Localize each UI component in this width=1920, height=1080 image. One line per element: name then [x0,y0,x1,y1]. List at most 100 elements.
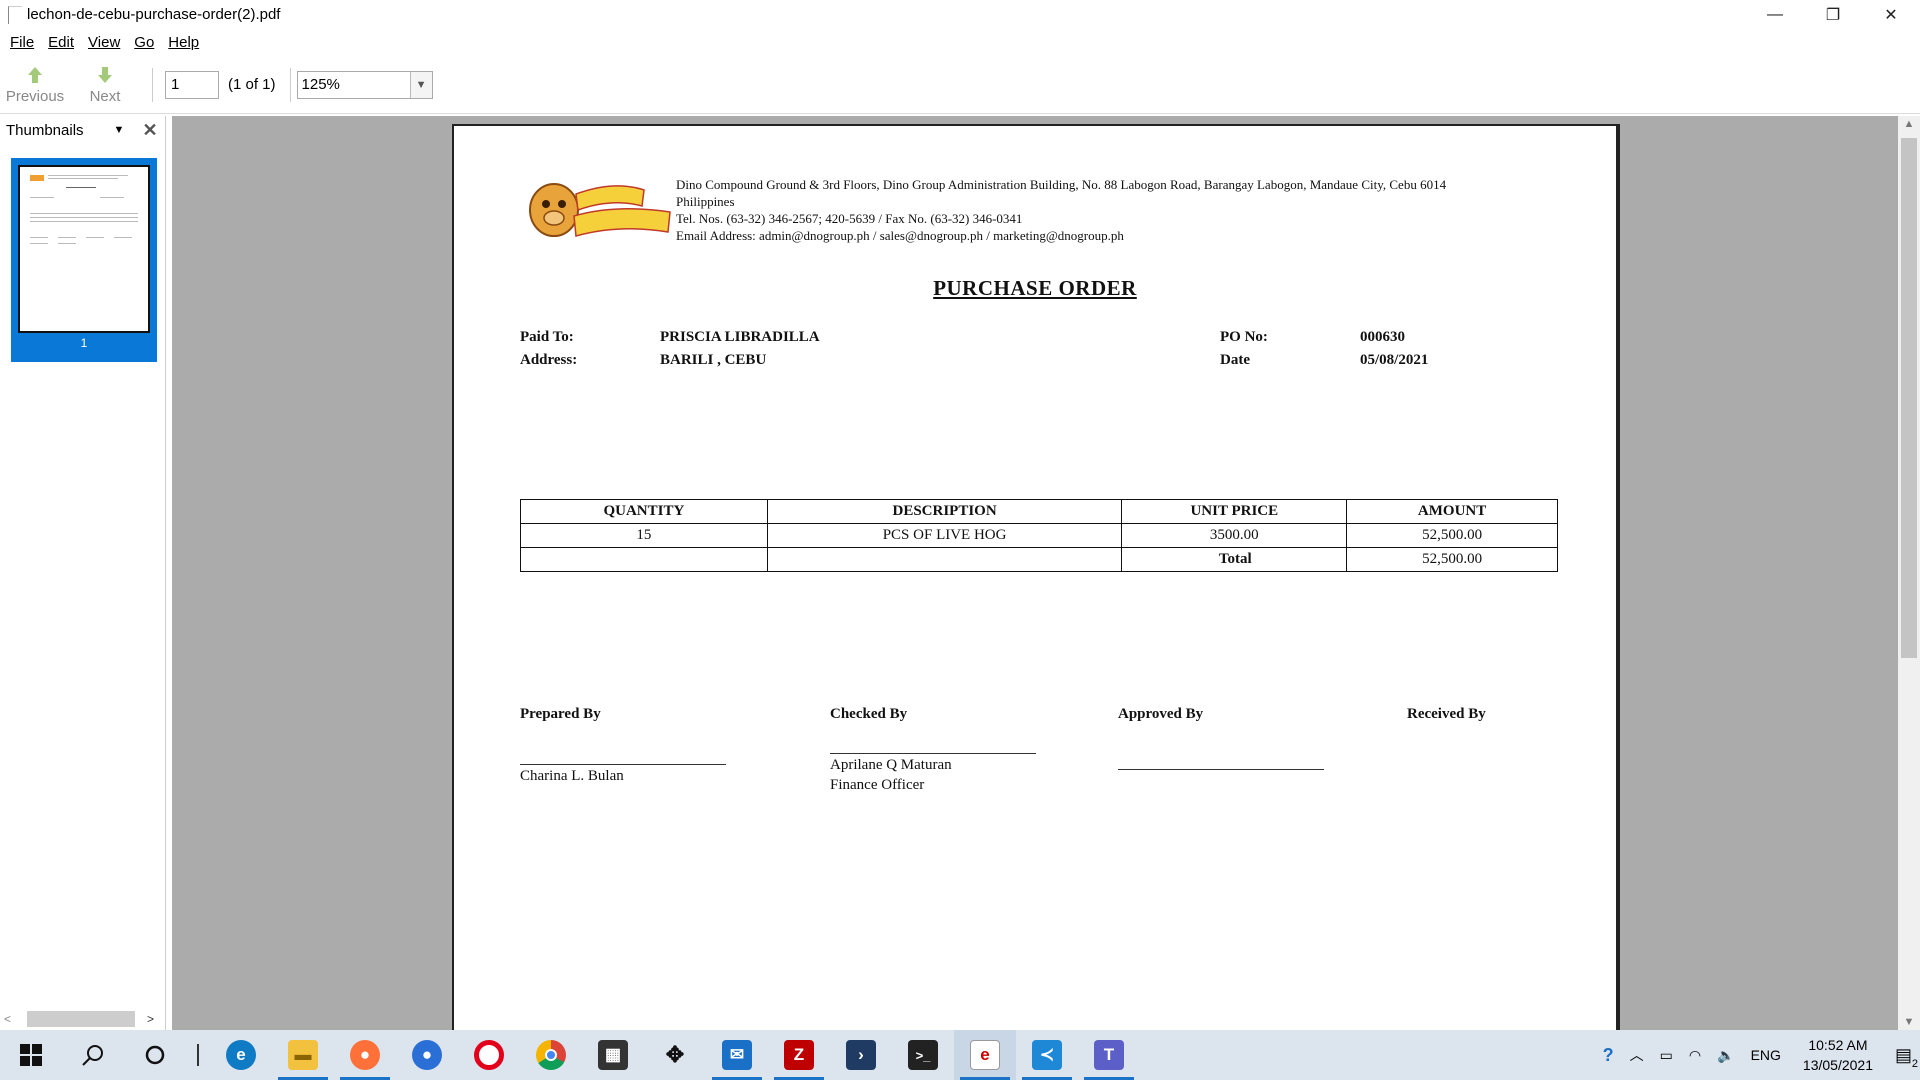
menu-file[interactable]: File [10,34,34,51]
arrow-down-icon [98,66,112,83]
title-bar: lechon-de-cebu-purchase-order(2).pdf — ❐… [0,0,1920,29]
prepared-by-name: Charina L. Bulan [520,768,624,784]
document-title: PURCHASE ORDER [933,276,1137,300]
sidebar-dropdown-icon[interactable]: ▼ [114,124,125,136]
store-icon[interactable]: ▦ [582,1030,644,1080]
sidebar-horizontal-scrollbar[interactable]: < > [4,1010,162,1028]
company-address: Dino Compound Ground & 3rd Floors, Dino … [676,176,1556,244]
signature-line [520,764,726,765]
clock-time: 10:52 AM [1808,1037,1868,1053]
opera-icon[interactable] [458,1030,520,1080]
clock[interactable]: 10:52 AM 13/05/2021 [1803,1035,1873,1075]
previous-button[interactable]: Previous [0,58,70,112]
mail-icon[interactable]: ✉ [706,1030,768,1080]
quantity-cell: 15 [520,523,768,548]
window-controls: — ❐ ✕ [1746,0,1920,29]
battery-icon[interactable]: ▭ [1660,1047,1673,1064]
page-thumbnail[interactable]: 1 [11,158,157,362]
volume-icon[interactable]: 🔈 [1717,1047,1734,1064]
paid-to-value: PRISCIA LIBRADILLA [660,329,820,345]
column-header: DESCRIPTION [766,499,1123,524]
approved-by-label: Approved By [1118,706,1204,722]
file-explorer-icon[interactable]: ▬ [272,1030,334,1080]
signature-line [1118,769,1324,770]
menu-help[interactable]: Help [168,34,199,51]
signature-line [830,753,1036,754]
menu-view[interactable]: View [88,34,120,51]
menu-edit[interactable]: Edit [48,34,74,51]
firefox-icon[interactable]: ● [334,1030,396,1080]
column-header: AMOUNT [1346,499,1558,524]
dropbox-icon[interactable]: ✥ [644,1030,706,1080]
unit-price-cell: 3500.00 [1121,523,1348,548]
scroll-left-icon[interactable]: < [4,1012,11,1026]
address-value: BARILI , CEBU [660,352,767,368]
scroll-right-icon[interactable]: > [147,1012,154,1026]
thumbnail-preview [18,165,150,333]
previous-label: Previous [5,87,65,105]
empty-cell [520,547,768,572]
minimize-button[interactable]: — [1746,0,1804,29]
checked-by-title: Finance Officer [830,777,925,793]
sidebar-header: Thumbnails ▼ ✕ [0,116,165,144]
table-header-row: QUANTITY DESCRIPTION UNIT PRICE AMOUNT [520,499,1558,524]
pdf-page: Dino Compound Ground & 3rd Floors, Dino … [452,124,1620,1030]
wifi-icon[interactable]: ◠ [1689,1047,1701,1064]
next-button[interactable]: Next [70,58,140,112]
document-viewer[interactable]: Dino Compound Ground & 3rd Floors, Dino … [172,116,1920,1030]
menu-go[interactable]: Go [134,34,154,51]
firefox-dev-icon[interactable]: ● [396,1030,458,1080]
address-line: Tel. Nos. (63-32) 346-2567; 420-5639 / F… [676,211,1023,226]
vertical-scrollbar[interactable]: ▲ ▼ [1898,116,1920,1030]
table-row: 15 PCS OF LIVE HOG 3500.00 52,500.00 [520,523,1558,548]
address-line: Dino Compound Ground & 3rd Floors, Dino … [676,177,1447,192]
windows-start-icon[interactable] [0,1030,62,1080]
scroll-up-icon[interactable]: ▲ [1898,118,1920,130]
scroll-down-icon[interactable]: ▼ [1898,1016,1920,1028]
close-button[interactable]: ✕ [1862,0,1920,29]
checked-by-label: Checked By [830,706,908,722]
chevron-up-icon[interactable]: ︿ [1630,1045,1644,1065]
toolbar-separator [152,67,153,102]
window-title: lechon-de-cebu-purchase-order(2).pdf [27,6,281,23]
sidebar-title: Thumbnails [6,121,84,139]
description-cell: PCS OF LIVE HOG [766,523,1123,548]
clock-date: 13/05/2021 [1802,1057,1873,1073]
notification-icon[interactable]: ▤ 2 [1895,1045,1918,1070]
page-number-input[interactable]: 1 [165,70,219,99]
cortana-icon[interactable] [124,1030,186,1080]
system-tray: ? ︿ ▭ ◠ 🔈 ENG 10:52 AM 13/05/2021 ▤ 2 [1595,1030,1920,1080]
close-icon[interactable]: ✕ [142,120,157,141]
checked-by-name: Aprilane Q Maturan [830,757,952,773]
date-value: 05/08/2021 [1360,352,1429,368]
address-line: Philippines [676,194,735,209]
taskview-divider-icon [186,1030,210,1080]
vscode-icon[interactable]: ≺ [1016,1030,1078,1080]
help-icon[interactable]: ? [1603,1045,1614,1066]
scrollbar-thumb[interactable] [27,1011,136,1027]
document-icon [8,5,22,24]
search-icon[interactable] [62,1030,124,1080]
scrollbar-thumb[interactable] [1901,138,1917,658]
terminal-icon[interactable]: >_ [892,1030,954,1080]
column-header: QUANTITY [520,499,768,524]
teams-icon[interactable]: T [1078,1030,1140,1080]
po-number-value: 000630 [1360,329,1405,345]
address-line: Email Address: admin@dnogroup.ph / sales… [676,228,1124,243]
empty-cell [766,547,1123,572]
language-indicator[interactable]: ENG [1751,1047,1781,1063]
items-table: QUANTITY DESCRIPTION UNIT PRICE AMOUNT 1… [520,499,1558,572]
chrome-icon[interactable] [520,1030,582,1080]
zoom-select[interactable]: 125% ▼ [296,70,433,99]
menu-bar: File Edit View Go Help [0,30,1920,54]
powershell-icon[interactable]: › [830,1030,892,1080]
page-count: (1 of 1) [228,76,276,93]
chevron-down-icon[interactable]: ▼ [409,71,432,98]
toolbar: Previous Next 1 (1 of 1) 125% ▼ [0,56,1920,114]
toolbar-separator [289,67,291,102]
thumbnail-page-number: 1 [80,336,88,350]
filezilla-icon[interactable]: Z [768,1030,830,1080]
pdf-viewer-icon[interactable]: e [954,1030,1016,1080]
edge-icon[interactable]: e [210,1030,272,1080]
restore-button[interactable]: ❐ [1804,0,1862,29]
